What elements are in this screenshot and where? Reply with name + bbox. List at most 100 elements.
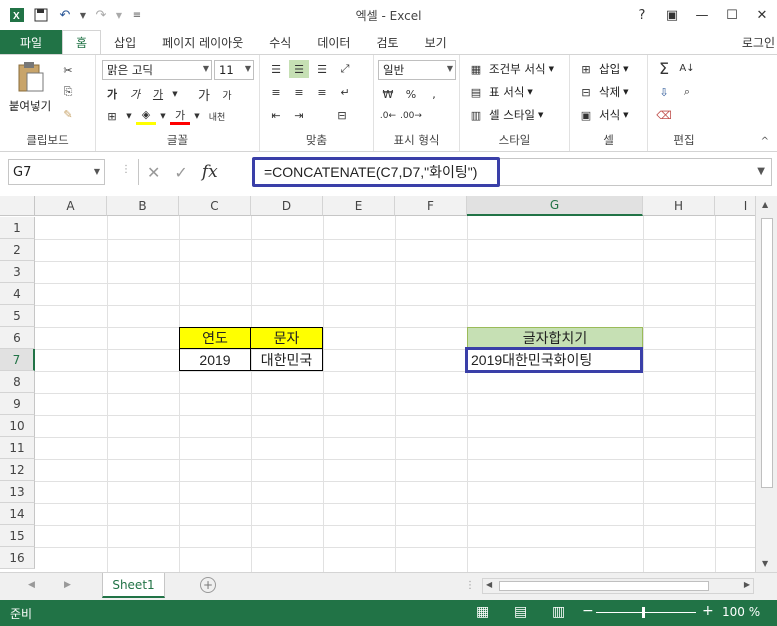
minimize-button[interactable]: —	[687, 0, 717, 30]
align-middle-icon[interactable]: ☰	[289, 60, 309, 78]
column-header[interactable]: C	[179, 196, 251, 216]
font-size-select[interactable]: 11 ▼	[214, 60, 254, 80]
zoom-level[interactable]: 100 %	[722, 605, 760, 619]
zoom-in-button[interactable]: +	[702, 603, 714, 619]
formula-input[interactable]: =CONCATENATE(C7,D7,"화이팅")	[252, 157, 500, 187]
decrease-indent-icon[interactable]: ⇤	[266, 106, 286, 124]
maximize-button[interactable]: ☐	[717, 0, 747, 30]
redo-dropdown-icon[interactable]: ▼	[114, 4, 124, 26]
vertical-scroll-thumb[interactable]	[761, 218, 773, 488]
enter-icon[interactable]: ✓	[174, 163, 187, 182]
column-header[interactable]: D	[251, 196, 323, 216]
cell-D7[interactable]: 대한민국	[251, 349, 323, 371]
row-header[interactable]: 14	[0, 503, 35, 525]
insert-cells-button[interactable]: ⊞ 삽입 ▼	[576, 60, 628, 78]
merge-center-icon[interactable]: ⊟	[332, 106, 352, 124]
cut-icon[interactable]: ✂	[58, 61, 78, 79]
tab-file[interactable]: 파일	[0, 30, 62, 54]
row-header[interactable]: 9	[0, 393, 35, 415]
cancel-icon[interactable]: ✕	[147, 163, 160, 182]
tab-formulas[interactable]: 수식	[256, 30, 304, 54]
help-button[interactable]: ?	[627, 0, 657, 30]
prev-sheet-icon[interactable]: ◀	[28, 580, 35, 590]
border-dropdown-icon[interactable]: ▼	[125, 107, 133, 125]
normal-view-icon[interactable]: ▦	[476, 604, 489, 620]
number-format-select[interactable]: 일반 ▼	[378, 60, 456, 80]
insert-function-button[interactable]: fx	[202, 162, 218, 182]
autosum-button[interactable]: Σ	[654, 59, 674, 78]
row-header[interactable]: 6	[0, 327, 35, 349]
orientation-icon[interactable]: ⤢	[335, 60, 355, 78]
cell-G6[interactable]: 글자합치기	[467, 327, 643, 349]
decrease-decimal-icon[interactable]: .00→	[400, 107, 422, 125]
splitter-icon[interactable]: ⋮	[465, 580, 475, 591]
fill-dropdown-icon[interactable]: ▼	[159, 107, 167, 125]
tab-view[interactable]: 보기	[412, 30, 460, 54]
row-header[interactable]: 4	[0, 283, 35, 305]
select-all-corner[interactable]	[0, 196, 35, 216]
page-layout-view-icon[interactable]: ▤	[514, 604, 527, 620]
underline-button[interactable]: 가	[148, 85, 168, 103]
zoom-slider-thumb[interactable]	[642, 607, 645, 618]
align-top-icon[interactable]: ☰	[266, 60, 286, 78]
tab-data[interactable]: 데이터	[304, 30, 363, 54]
cell-D6[interactable]: 문자	[251, 327, 323, 349]
align-center-icon[interactable]: ≡	[289, 83, 309, 101]
align-right-icon[interactable]: ≡	[312, 83, 332, 101]
bold-button[interactable]: 가	[102, 85, 122, 103]
zoom-out-button[interactable]: −	[582, 603, 594, 619]
scroll-right-icon[interactable]: ▶	[744, 580, 750, 589]
font-color-dropdown-icon[interactable]: ▼	[193, 107, 201, 125]
column-header[interactable]: H	[643, 196, 715, 216]
row-header[interactable]: 11	[0, 437, 35, 459]
column-header[interactable]: F	[395, 196, 467, 216]
scroll-up-icon[interactable]: ▲	[762, 200, 768, 209]
row-header[interactable]: 2	[0, 239, 35, 261]
undo-dropdown-icon[interactable]: ▼	[78, 4, 88, 26]
row-header[interactable]: 5	[0, 305, 35, 327]
clear-icon[interactable]: ⌫	[654, 106, 674, 124]
cell-G7-active[interactable]: 2019대한민국화이팅	[465, 347, 643, 373]
column-header[interactable]: B	[107, 196, 179, 216]
accounting-format-icon[interactable]: ₩	[378, 85, 398, 103]
row-header[interactable]: 10	[0, 415, 35, 437]
align-left-icon[interactable]: ≡	[266, 83, 286, 101]
save-icon[interactable]	[30, 4, 52, 26]
row-header[interactable]: 15	[0, 525, 35, 547]
column-header[interactable]: A	[35, 196, 107, 216]
format-cells-button[interactable]: ▣ 서식 ▼	[576, 106, 629, 124]
zoom-slider[interactable]	[596, 607, 696, 618]
customize-toolbar-icon[interactable]: ≡	[126, 4, 148, 26]
row-header[interactable]: 16	[0, 547, 35, 569]
font-shrink-button[interactable]: 가	[217, 85, 237, 103]
font-color-button[interactable]: 가	[170, 107, 190, 125]
column-header[interactable]: E	[323, 196, 395, 216]
underline-dropdown-icon[interactable]: ▼	[171, 85, 179, 103]
fill-color-icon[interactable]: ◈	[136, 107, 156, 125]
fill-icon[interactable]: ⇩	[654, 83, 674, 101]
cell-C6[interactable]: 연도	[179, 327, 251, 349]
sign-in-link[interactable]: 로그인	[742, 34, 775, 51]
undo-icon[interactable]: ↶	[54, 4, 76, 26]
add-sheet-icon[interactable]: +	[200, 577, 216, 593]
name-box[interactable]: G7 ▼	[8, 159, 105, 185]
row-header[interactable]: 3	[0, 261, 35, 283]
page-break-view-icon[interactable]: ▥	[552, 604, 565, 620]
increase-decimal-icon[interactable]: .0←	[378, 107, 398, 125]
scroll-down-icon[interactable]: ▼	[762, 559, 768, 568]
worksheet-grid[interactable]: A B C D E F G H I 1 2 3 4 5 6 7 8 9 10 1…	[0, 196, 777, 572]
conditional-formatting-button[interactable]: ▦ 조건부 서식 ▼	[466, 60, 554, 78]
format-as-table-button[interactable]: ▤ 표 서식 ▼	[466, 83, 533, 101]
horizontal-scroll-thumb[interactable]	[499, 581, 709, 591]
find-select-icon[interactable]: ⌕	[677, 83, 697, 101]
redo-icon[interactable]: ↷	[90, 4, 112, 26]
tab-review[interactable]: 검토	[363, 30, 411, 54]
scroll-left-icon[interactable]: ◀	[486, 580, 492, 589]
expand-formula-icon[interactable]: ▼	[757, 166, 765, 177]
tab-home[interactable]: 홈	[62, 30, 102, 54]
delete-cells-button[interactable]: ⊟ 삭제 ▼	[576, 83, 628, 101]
horizontal-scrollbar[interactable]: ◀ ▶	[482, 578, 754, 594]
cell-C7[interactable]: 2019	[179, 349, 251, 371]
percent-button[interactable]: %	[401, 85, 421, 103]
copy-icon[interactable]: ⎘	[58, 83, 78, 101]
